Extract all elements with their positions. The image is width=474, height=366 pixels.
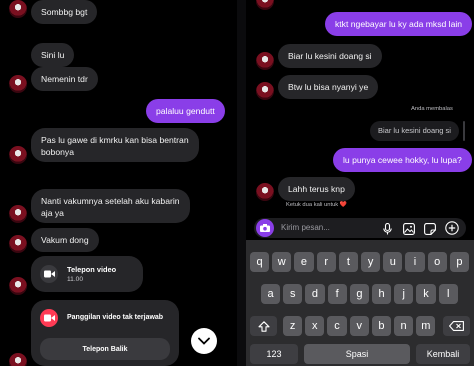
contact-avatar[interactable] [256,52,274,70]
contact-avatar[interactable] [9,277,27,295]
message-input[interactable]: Kirim pesan... [281,223,330,232]
key-c[interactable]: c [327,316,347,336]
key-k[interactable]: k [416,284,436,304]
message-bubble[interactable]: Pas lu gawe di kmrku kan bisa bentran bo… [31,128,199,162]
message-bubble[interactable]: Vakum dong [31,228,99,252]
key-e[interactable]: e [294,252,314,272]
key-h[interactable]: h [372,284,392,304]
call-back-button[interactable]: Telepon Balik [40,338,170,360]
key-r[interactable]: r [316,252,336,272]
missed-video-call-icon [40,309,58,327]
message-bubble[interactable]: Btw lu bisa nyanyi ye [278,75,379,99]
key-d[interactable]: d [305,284,325,304]
message-bubble[interactable]: Lahh terus knp [278,177,355,201]
key-s[interactable]: s [283,284,303,304]
backspace-key[interactable] [443,316,470,336]
reaction-hint-text: Ketuk dua kali untuk [286,202,339,208]
backspace-icon [449,321,464,331]
sticker-icon[interactable] [424,222,436,240]
contact-avatar[interactable] [9,205,27,223]
contact-avatar[interactable] [9,353,27,366]
reply-bar [463,121,465,141]
missed-call-title: Panggilan video tak terjawab [67,314,164,321]
chat-pane-left: Sombbg bgt Sini lu Nemenin tdr palaluu g… [0,0,237,366]
contact-avatar[interactable] [256,82,274,100]
key-p[interactable]: p [449,252,469,272]
message-line: Pas lu gawe di kmrku kan bisa bentran [41,135,189,145]
pane-divider [237,0,246,366]
message-bubble-outgoing[interactable]: lu punya cewee hokky, lu lupa? [333,148,472,172]
message-composer: Kirim pesan... [254,218,466,238]
key-z[interactable]: z [283,316,303,336]
return-key[interactable]: Kembali [416,344,470,364]
message-line: Nanti vakumnya setelah aku kabarin [41,196,180,206]
scroll-down-button[interactable] [191,328,217,354]
key-q[interactable]: q [250,252,270,272]
call-title: Telepon video [67,265,117,274]
contact-avatar[interactable] [9,146,27,164]
contact-avatar[interactable] [9,235,27,253]
video-camera-icon [40,265,58,283]
reply-label: Anda membalas [411,106,453,112]
plus-circle-icon[interactable] [445,221,459,240]
message-bubble[interactable]: Sombbg bgt [31,0,98,24]
replied-message-preview[interactable]: Biar lu kesini doang si [370,121,459,141]
key-y[interactable]: y [361,252,381,272]
numbers-key[interactable]: 123 [250,344,298,364]
contact-avatar[interactable] [256,0,274,10]
key-a[interactable]: a [261,284,281,304]
key-m[interactable]: m [416,316,436,336]
key-g[interactable]: g [349,284,369,304]
key-x[interactable]: x [305,316,325,336]
message-bubble-outgoing[interactable]: ktkt ngebayar lu ky ada mksd lain [325,12,473,36]
message-bubble[interactable]: Biar lu kesini doang si [278,44,382,68]
heart-icon: ❤️ [339,202,348,208]
chevron-down-icon [198,337,210,345]
onscreen-keyboard: qwertyuiop asdfghjkl zxcvbnm 123 Spasi K… [246,240,474,366]
gallery-icon[interactable] [403,222,415,240]
message-bubble-outgoing[interactable]: palaluu gendutt [146,99,225,123]
key-i[interactable]: i [405,252,425,272]
message-line: bobonya [41,147,74,157]
shift-arrow-icon [257,320,270,332]
video-call-card[interactable]: Telepon video 11.00 [31,256,143,292]
key-w[interactable]: w [272,252,292,272]
camera-button[interactable] [256,219,274,237]
reaction-hint: Ketuk dua kali untuk ❤️ [286,202,347,208]
space-key[interactable]: Spasi [304,344,410,364]
contact-avatar[interactable] [9,0,27,18]
key-t[interactable]: t [338,252,358,272]
message-bubble[interactable]: Nanti vakumnya setelah aku kabarin aja y… [31,189,190,223]
shift-key[interactable] [250,316,277,336]
message-line: aja ya [41,208,64,218]
key-n[interactable]: n [394,316,414,336]
key-j[interactable]: j [394,284,414,304]
camera-icon [260,224,270,232]
missed-call-card[interactable]: Panggilan video tak terjawab Telepon Bal… [31,300,179,366]
contact-avatar[interactable] [256,183,274,201]
contact-avatar[interactable] [9,75,27,93]
key-u[interactable]: u [383,252,403,272]
call-time: 11.00 [67,276,84,283]
chat-pane-right: ktkt ngebayar lu ky ada mksd lain Biar l… [246,0,474,366]
microphone-icon[interactable] [383,222,392,240]
key-b[interactable]: b [371,316,391,336]
message-bubble[interactable]: Sini lu [31,43,75,67]
key-l[interactable]: l [438,284,458,304]
message-bubble[interactable]: Nemenin tdr [31,67,98,91]
key-f[interactable]: f [327,284,347,304]
key-o[interactable]: o [427,252,447,272]
key-v[interactable]: v [349,316,369,336]
